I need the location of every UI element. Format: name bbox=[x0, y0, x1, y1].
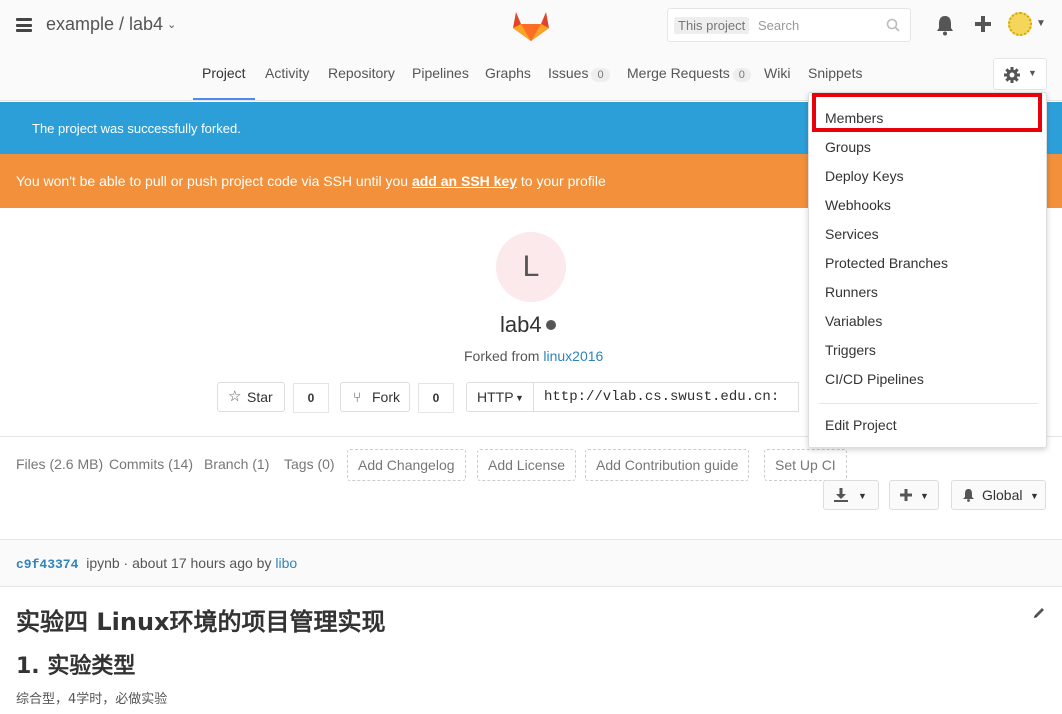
commits-stat[interactable]: Commits (14) bbox=[109, 456, 193, 472]
commit-sha-link[interactable]: c9f43374 bbox=[16, 557, 78, 572]
menu-item-deploy-keys[interactable]: Deploy Keys bbox=[825, 168, 904, 184]
active-tab-indicator bbox=[193, 98, 255, 100]
menu-item-triggers[interactable]: Triggers bbox=[825, 342, 876, 358]
star-count[interactable]: 0 bbox=[293, 383, 329, 413]
gear-icon bbox=[1004, 67, 1020, 83]
settings-dropdown-menu: Members Groups Deploy Keys Webhooks Serv… bbox=[808, 92, 1047, 448]
commit-message: ipynb · about 17 hours ago by bbox=[86, 555, 276, 571]
menu-item-runners[interactable]: Runners bbox=[825, 284, 878, 300]
commit-author-link[interactable]: libo bbox=[275, 555, 297, 571]
menu-item-services[interactable]: Services bbox=[825, 226, 879, 242]
last-commit-bar: c9f43374 ipynb · about 17 hours ago by l… bbox=[0, 539, 1062, 587]
tab-issues-label[interactable]: Issues bbox=[548, 65, 588, 81]
menu-item-cicd-pipelines[interactable]: CI/CD Pipelines bbox=[825, 371, 924, 387]
tab-repository[interactable]: Repository bbox=[328, 65, 395, 81]
tab-merge-requests[interactable]: Merge Requests 0 bbox=[627, 65, 751, 82]
readme-heading: 实验四 Linux环境的项目管理实现 bbox=[16, 608, 386, 636]
menu-item-protected-branches[interactable]: Protected Branches bbox=[825, 255, 948, 271]
top-header: example / lab4 ⌄ This project Search ▼ bbox=[0, 0, 1062, 52]
files-stat[interactable]: Files (2.6 MB) bbox=[16, 456, 103, 472]
tab-merge-requests-label[interactable]: Merge Requests bbox=[627, 65, 730, 81]
merge-requests-count-badge: 0 bbox=[732, 68, 751, 82]
fork-count[interactable]: 0 bbox=[418, 383, 454, 413]
menu-item-edit-project[interactable]: Edit Project bbox=[825, 417, 897, 433]
tab-issues[interactable]: Issues 0 bbox=[548, 65, 610, 82]
gitlab-logo-icon[interactable] bbox=[512, 8, 550, 42]
chevron-down-icon[interactable]: ▼ bbox=[1036, 18, 1046, 29]
chevron-down-icon[interactable]: ⌄ bbox=[167, 19, 176, 31]
chevron-down-icon: ▼ bbox=[920, 491, 929, 501]
chevron-down-icon: ▼ bbox=[858, 491, 867, 501]
issues-count-badge: 0 bbox=[591, 68, 610, 82]
readme-paragraph: 综合型，4学时，必做实验 bbox=[16, 692, 168, 707]
warning-suffix: to your profile bbox=[517, 173, 606, 189]
add-changelog-button[interactable]: Add Changelog bbox=[347, 449, 466, 481]
tab-wiki[interactable]: Wiki bbox=[764, 65, 790, 81]
breadcrumb-text[interactable]: example / lab4 bbox=[46, 14, 163, 34]
edit-pencil-icon[interactable] bbox=[1032, 606, 1046, 620]
menu-item-variables[interactable]: Variables bbox=[825, 313, 882, 329]
plus-icon bbox=[900, 489, 912, 501]
branch-stat[interactable]: Branch (1) bbox=[204, 456, 269, 472]
forked-from-link[interactable]: linux2016 bbox=[543, 348, 603, 364]
search-scope: This project bbox=[674, 17, 750, 34]
menu-icon[interactable] bbox=[16, 18, 32, 32]
protocol-label: HTTP bbox=[477, 389, 514, 405]
star-button[interactable]: ☆ Star bbox=[217, 382, 285, 412]
tab-project[interactable]: Project bbox=[202, 65, 246, 81]
menu-item-groups[interactable]: Groups bbox=[825, 139, 871, 155]
public-visibility-icon bbox=[545, 320, 556, 330]
search-input[interactable]: Search bbox=[758, 18, 799, 33]
add-ssh-key-link[interactable]: add an SSH key bbox=[412, 173, 517, 189]
download-button[interactable]: ▼ bbox=[823, 480, 879, 510]
menu-divider bbox=[819, 403, 1038, 404]
settings-button[interactable]: ▼ bbox=[993, 58, 1047, 90]
fork-label: Fork bbox=[372, 389, 400, 405]
tab-pipelines[interactable]: Pipelines bbox=[412, 65, 469, 81]
fork-button[interactable]: ⑂ Fork bbox=[340, 382, 410, 412]
readme-subheading: 1. 实验类型 bbox=[16, 654, 136, 679]
setup-ci-button[interactable]: Set Up CI bbox=[764, 449, 847, 481]
tab-snippets[interactable]: Snippets bbox=[808, 65, 862, 81]
flash-warning-text: You won't be able to pull or push projec… bbox=[16, 173, 606, 189]
star-label: Star bbox=[247, 389, 273, 405]
tags-stat[interactable]: Tags (0) bbox=[284, 456, 335, 472]
add-new-button[interactable]: ▼ bbox=[889, 480, 939, 510]
warning-prefix: You won't be able to pull or push projec… bbox=[16, 173, 412, 189]
members-highlight-box bbox=[812, 93, 1042, 132]
notification-level-dropdown[interactable]: Global ▼ bbox=[951, 480, 1046, 510]
flash-notice-text: The project was successfully forked. bbox=[32, 121, 241, 136]
fork-icon: ⑂ bbox=[353, 389, 362, 405]
forked-from: Forked from linux2016 bbox=[464, 348, 603, 364]
project-name: lab4 bbox=[500, 312, 542, 337]
project-breadcrumb[interactable]: example / lab4 ⌄ bbox=[46, 14, 176, 35]
project-avatar: L bbox=[496, 232, 566, 302]
star-icon: ☆ bbox=[228, 388, 242, 405]
add-contribution-guide-button[interactable]: Add Contribution guide bbox=[585, 449, 750, 481]
search-icon[interactable] bbox=[886, 18, 900, 32]
tab-activity[interactable]: Activity bbox=[265, 65, 309, 81]
chevron-down-icon: ▼ bbox=[1028, 68, 1037, 78]
plus-icon[interactable] bbox=[975, 16, 991, 32]
search-box[interactable]: This project Search bbox=[667, 8, 911, 42]
download-icon bbox=[834, 488, 848, 502]
clone-protocol-dropdown[interactable]: HTTP ▼ bbox=[466, 382, 534, 412]
chevron-down-icon: ▼ bbox=[515, 393, 524, 403]
bell-icon bbox=[963, 489, 974, 502]
clone-url-input[interactable]: http://vlab.cs.swust.edu.cn: bbox=[533, 382, 799, 412]
tab-graphs[interactable]: Graphs bbox=[485, 65, 531, 81]
notification-label: Global bbox=[982, 487, 1023, 503]
chevron-down-icon: ▼ bbox=[1030, 491, 1039, 501]
user-avatar[interactable] bbox=[1008, 12, 1032, 36]
menu-item-webhooks[interactable]: Webhooks bbox=[825, 197, 891, 213]
project-title: lab4 bbox=[500, 312, 556, 338]
forked-from-label: Forked from bbox=[464, 348, 544, 364]
notification-bell-icon[interactable] bbox=[935, 14, 955, 36]
add-license-button[interactable]: Add License bbox=[477, 449, 577, 481]
commit-info: c9f43374 ipynb · about 17 hours ago by l… bbox=[16, 555, 297, 572]
